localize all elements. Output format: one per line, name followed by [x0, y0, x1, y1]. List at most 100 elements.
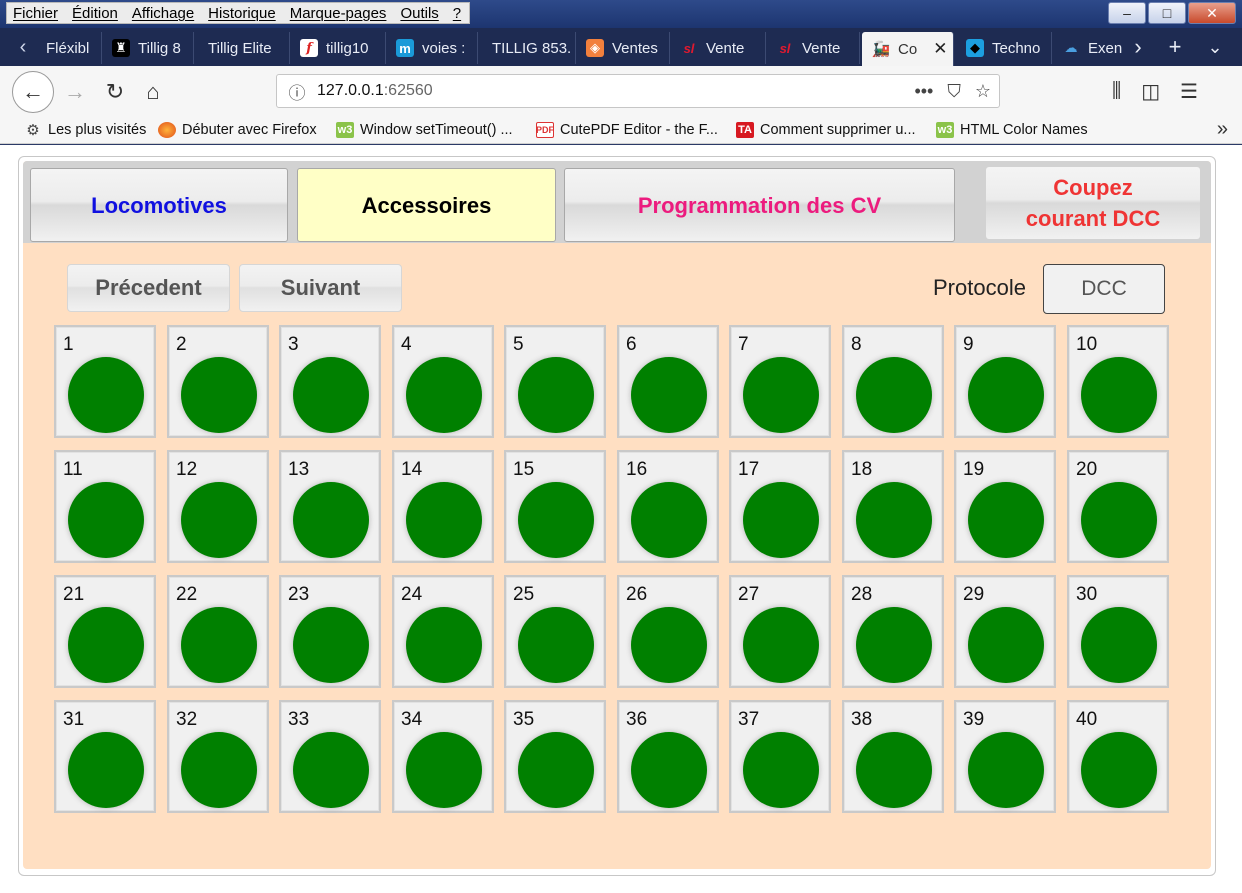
status-led-icon[interactable] — [968, 732, 1044, 808]
status-led-icon[interactable] — [1081, 357, 1157, 433]
bookmark-most-visited[interactable]: ⚙ Les plus visités — [24, 120, 146, 140]
accessory-14[interactable]: 14 — [392, 450, 494, 563]
status-led-icon[interactable] — [406, 482, 482, 558]
status-led-icon[interactable] — [743, 607, 819, 683]
forward-button[interactable]: → — [56, 73, 94, 111]
status-led-icon[interactable] — [68, 482, 144, 558]
bookmark-cutepdf[interactable]: PDF CutePDF Editor - the F... — [536, 120, 718, 140]
status-led-icon[interactable] — [1081, 607, 1157, 683]
tab-1[interactable]: Fléxibl — [38, 32, 102, 64]
tab-2[interactable]: ♜ Tillig 8 — [102, 32, 194, 64]
accessory-22[interactable]: 22 — [167, 575, 269, 688]
accessory-13[interactable]: 13 — [279, 450, 381, 563]
accessory-3[interactable]: 3 — [279, 325, 381, 438]
accessory-21[interactable]: 21 — [54, 575, 156, 688]
accessory-38[interactable]: 38 — [842, 700, 944, 813]
accessory-35[interactable]: 35 — [504, 700, 606, 813]
accessory-39[interactable]: 39 — [954, 700, 1056, 813]
accessory-37[interactable]: 37 — [729, 700, 831, 813]
accessory-8[interactable]: 8 — [842, 325, 944, 438]
bookmark-html-color-names[interactable]: w3 HTML Color Names — [936, 120, 1088, 140]
more-bookmarks-icon[interactable]: » — [1217, 118, 1228, 141]
scroll-tabs-left-icon[interactable]: ‹ — [8, 28, 38, 66]
status-led-icon[interactable] — [631, 732, 707, 808]
menu-historique[interactable]: Historique — [208, 5, 276, 22]
bookmark-comment-supprimer[interactable]: TA Comment supprimer u... — [736, 120, 916, 140]
accessory-36[interactable]: 36 — [617, 700, 719, 813]
status-led-icon[interactable] — [518, 482, 594, 558]
status-led-icon[interactable] — [856, 357, 932, 433]
tab-3[interactable]: Tillig Elite — [194, 32, 290, 64]
bookmark-settimeout[interactable]: w3 Window setTimeout() ... — [336, 120, 513, 140]
previous-button[interactable]: Précedent — [67, 264, 230, 312]
accessory-40[interactable]: 40 — [1067, 700, 1169, 813]
accessory-26[interactable]: 26 — [617, 575, 719, 688]
accessory-30[interactable]: 30 — [1067, 575, 1169, 688]
status-led-icon[interactable] — [743, 357, 819, 433]
status-led-icon[interactable] — [631, 607, 707, 683]
tab-9[interactable]: sl Vente — [766, 32, 860, 64]
tab-5[interactable]: m voies : — [386, 32, 478, 64]
page-actions-icon[interactable]: ••• — [914, 81, 933, 102]
status-led-icon[interactable] — [181, 732, 257, 808]
status-led-icon[interactable] — [968, 607, 1044, 683]
status-led-icon[interactable] — [293, 482, 369, 558]
status-led-icon[interactable] — [518, 357, 594, 433]
status-led-icon[interactable] — [968, 357, 1044, 433]
accessory-18[interactable]: 18 — [842, 450, 944, 563]
status-led-icon[interactable] — [968, 482, 1044, 558]
menu-affichage[interactable]: Affichage — [132, 5, 194, 22]
status-led-icon[interactable] — [68, 357, 144, 433]
tab-8[interactable]: sl Vente — [670, 32, 766, 64]
tab-4[interactable]: f tillig10 — [290, 32, 386, 64]
accessory-29[interactable]: 29 — [954, 575, 1056, 688]
accessory-27[interactable]: 27 — [729, 575, 831, 688]
next-button[interactable]: Suivant — [239, 264, 402, 312]
tab-10-active[interactable]: 🚂 Co ✕ — [862, 32, 954, 66]
sidebar-icon[interactable]: ◫ — [1141, 79, 1160, 104]
status-led-icon[interactable] — [856, 732, 932, 808]
tab-accessoires[interactable]: Accessoires — [297, 168, 556, 242]
status-led-icon[interactable] — [856, 607, 932, 683]
tab-locomotives[interactable]: Locomotives — [30, 168, 288, 242]
cut-dcc-power-button[interactable]: Coupez courant DCC — [986, 167, 1200, 239]
accessory-2[interactable]: 2 — [167, 325, 269, 438]
home-icon[interactable]: ⌂ — [134, 73, 172, 111]
status-led-icon[interactable] — [181, 357, 257, 433]
status-led-icon[interactable] — [1081, 482, 1157, 558]
status-led-icon[interactable] — [631, 357, 707, 433]
tab-12[interactable]: ☁ Exen — [1052, 32, 1124, 64]
protocol-select-button[interactable]: DCC — [1043, 264, 1165, 314]
status-led-icon[interactable] — [293, 607, 369, 683]
accessory-12[interactable]: 12 — [167, 450, 269, 563]
menu-edition[interactable]: Édition — [72, 5, 118, 22]
close-window-button[interactable]: ✕ — [1188, 2, 1236, 24]
back-button[interactable]: ← — [12, 71, 54, 113]
close-tab-icon[interactable]: ✕ — [933, 39, 947, 59]
status-led-icon[interactable] — [743, 732, 819, 808]
menu-outils[interactable]: Outils — [400, 5, 438, 22]
tab-7[interactable]: ◈ Ventes — [576, 32, 670, 64]
accessory-20[interactable]: 20 — [1067, 450, 1169, 563]
accessory-16[interactable]: 16 — [617, 450, 719, 563]
accessory-4[interactable]: 4 — [392, 325, 494, 438]
accessory-7[interactable]: 7 — [729, 325, 831, 438]
bookmark-star-icon[interactable]: ☆ — [975, 81, 991, 102]
hamburger-menu-icon[interactable]: ☰ — [1180, 79, 1198, 104]
status-led-icon[interactable] — [406, 607, 482, 683]
accessory-10[interactable]: 10 — [1067, 325, 1169, 438]
status-led-icon[interactable] — [68, 607, 144, 683]
status-led-icon[interactable] — [293, 732, 369, 808]
accessory-34[interactable]: 34 — [392, 700, 494, 813]
status-led-icon[interactable] — [406, 732, 482, 808]
pocket-icon[interactable]: ⛉ — [947, 81, 961, 102]
menu-marque-pages[interactable]: Marque-pages — [290, 5, 387, 22]
accessory-25[interactable]: 25 — [504, 575, 606, 688]
status-led-icon[interactable] — [181, 607, 257, 683]
status-led-icon[interactable] — [1081, 732, 1157, 808]
accessory-31[interactable]: 31 — [54, 700, 156, 813]
accessory-28[interactable]: 28 — [842, 575, 944, 688]
menu-help[interactable]: ? — [453, 5, 461, 22]
accessory-15[interactable]: 15 — [504, 450, 606, 563]
accessory-6[interactable]: 6 — [617, 325, 719, 438]
